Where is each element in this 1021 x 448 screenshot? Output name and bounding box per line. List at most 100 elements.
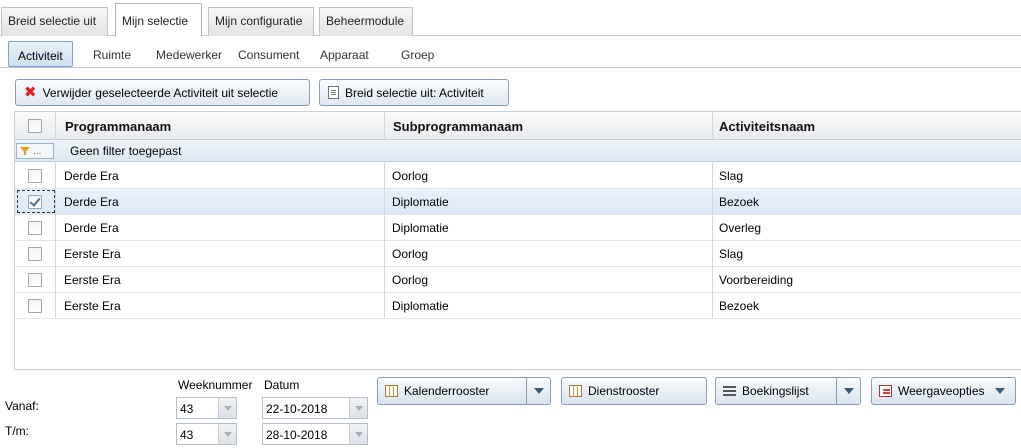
to-date-picker[interactable]: 28-10-2018: [262, 423, 368, 445]
from-date-picker[interactable]: 22-10-2018: [262, 397, 368, 419]
column-divider: [55, 112, 56, 140]
table-row[interactable]: Eerste Era Oorlog Slag: [15, 241, 1021, 267]
calendar-schedule-button[interactable]: Kalenderrooster: [377, 377, 551, 405]
cell-programmanaam: Derde Era: [64, 195, 119, 209]
subtab-apparaat[interactable]: Apparaat: [311, 41, 378, 67]
display-options-label: Weergaveopties: [898, 384, 985, 398]
row-checkbox[interactable]: [28, 221, 42, 235]
calendar-schedule-dropdown[interactable]: [526, 378, 550, 404]
column-divider: [384, 293, 385, 319]
to-label: T/m:: [5, 424, 29, 438]
cell-programmanaam: Eerste Era: [64, 273, 121, 287]
column-divider: [712, 189, 713, 215]
cell-subprogrammanaam: Diplomatie: [392, 221, 449, 235]
service-schedule-main[interactable]: Dienstrooster: [562, 378, 659, 404]
column-header-activiteitsnaam[interactable]: Activiteitsnaam: [719, 112, 815, 140]
object-type-tabbar: Activiteit Ruimte Medewerker Consument A…: [0, 38, 1021, 68]
chevron-down-icon: [994, 388, 1005, 394]
filter-icon: [20, 147, 30, 155]
options-icon: [879, 385, 892, 397]
bookings-list-main[interactable]: Boekingslijst: [716, 378, 809, 404]
column-divider: [712, 241, 713, 267]
subtab-ruimte[interactable]: Ruimte: [84, 41, 140, 67]
chevron-down-icon: [843, 388, 854, 394]
column-divider: [55, 163, 56, 189]
select-all-checkbox[interactable]: [28, 119, 42, 133]
document-icon: [325, 86, 339, 102]
chevron-down-icon[interactable]: [218, 398, 236, 418]
column-divider: [384, 112, 385, 140]
display-options-button[interactable]: Weergaveopties: [871, 377, 1016, 405]
column-divider: [712, 267, 713, 293]
column-divider: [384, 267, 385, 293]
tab-beheermodule[interactable]: Beheermodule: [319, 7, 413, 36]
bookings-list-button[interactable]: Boekingslijst: [715, 377, 861, 405]
column-divider: [55, 241, 56, 267]
cell-subprogrammanaam: Oorlog: [392, 169, 429, 183]
column-divider: [55, 293, 56, 319]
cell-programmanaam: Eerste Era: [64, 299, 121, 313]
subtab-medewerker[interactable]: Medewerker: [147, 41, 231, 67]
from-label: Vanaf:: [5, 399, 39, 413]
remove-from-selection-label: Verwijder geselecteerde Activiteit uit s…: [42, 85, 279, 100]
tab-mijn-configuratie[interactable]: Mijn configuratie: [208, 7, 314, 36]
tab-mijn-selectie[interactable]: Mijn selectie: [115, 3, 202, 37]
calendar-icon: [569, 385, 582, 397]
date-header: Datum: [264, 378, 300, 392]
cell-subprogrammanaam: Diplomatie: [392, 299, 449, 313]
filter-button[interactable]: ...: [16, 143, 54, 159]
column-divider: [384, 215, 385, 241]
to-week-value: 43: [180, 428, 194, 442]
remove-from-selection-button[interactable]: ✖ Verwijder geselecteerde Activiteit uit…: [15, 79, 310, 106]
row-checkbox[interactable]: [28, 247, 42, 261]
column-divider: [384, 241, 385, 267]
column-divider: [384, 163, 385, 189]
column-header-programmanaam[interactable]: Programmanaam: [65, 112, 171, 140]
table-row[interactable]: Derde Era Oorlog Slag: [15, 163, 1021, 189]
table-row[interactable]: Derde Era Diplomatie Bezoek: [15, 189, 1021, 215]
to-date-value: 28-10-2018: [266, 428, 328, 442]
subtab-consument[interactable]: Consument: [229, 41, 308, 67]
bookings-list-dropdown[interactable]: [836, 378, 860, 404]
column-divider: [384, 189, 385, 215]
column-header-subprogrammanaam[interactable]: Subprogrammanaam: [393, 112, 523, 140]
table-row[interactable]: Derde Era Diplomatie Overleg: [15, 215, 1021, 241]
subtab-groep[interactable]: Groep: [392, 41, 443, 67]
column-divider: [712, 163, 713, 189]
column-divider: [55, 215, 56, 241]
chevron-down-icon: [533, 388, 544, 394]
list-icon: [723, 386, 736, 396]
calendar-schedule-label: Kalenderrooster: [404, 384, 490, 398]
from-date-value: 22-10-2018: [266, 402, 328, 416]
row-checkbox[interactable]: [28, 169, 42, 183]
activity-grid: Programmanaam Subprogrammanaam Activitei…: [14, 111, 1021, 370]
chevron-down-icon[interactable]: [349, 424, 367, 444]
row-checkbox[interactable]: [28, 195, 42, 209]
column-divider: [55, 189, 56, 215]
cell-programmanaam: Derde Era: [64, 221, 119, 235]
chevron-down-icon[interactable]: [218, 424, 236, 444]
from-week-select[interactable]: 43: [176, 397, 237, 419]
cell-programmanaam: Eerste Era: [64, 247, 121, 261]
cell-subprogrammanaam: Oorlog: [392, 273, 429, 287]
cell-activiteitsnaam: Voorbereiding: [719, 273, 794, 287]
column-divider: [55, 267, 56, 293]
extend-selection-button[interactable]: Breid selectie uit: Activiteit: [319, 79, 509, 106]
calendar-schedule-main[interactable]: Kalenderrooster: [378, 378, 489, 404]
column-divider: [712, 215, 713, 241]
display-options-main[interactable]: Weergaveopties: [872, 378, 1005, 404]
bookings-list-label: Boekingslijst: [742, 384, 809, 398]
subtab-activiteit[interactable]: Activiteit: [8, 41, 73, 67]
extend-selection-label: Breid selectie uit: Activiteit: [345, 85, 484, 100]
chevron-down-icon[interactable]: [349, 398, 367, 418]
column-divider: [712, 112, 713, 140]
tab-breid-selectie-uit[interactable]: Breid selectie uit: [1, 7, 108, 36]
row-checkbox[interactable]: [28, 273, 42, 287]
table-row[interactable]: Eerste Era Oorlog Voorbereiding: [15, 267, 1021, 293]
row-checkbox[interactable]: [28, 299, 42, 313]
main-tabbar: Breid selectie uit Mijn selectie Mijn co…: [0, 0, 1021, 37]
table-row[interactable]: Eerste Era Diplomatie Bezoek: [15, 293, 1021, 319]
to-week-select[interactable]: 43: [176, 423, 237, 445]
filter-button-label: ...: [33, 145, 42, 157]
service-schedule-button[interactable]: Dienstrooster: [561, 377, 707, 405]
